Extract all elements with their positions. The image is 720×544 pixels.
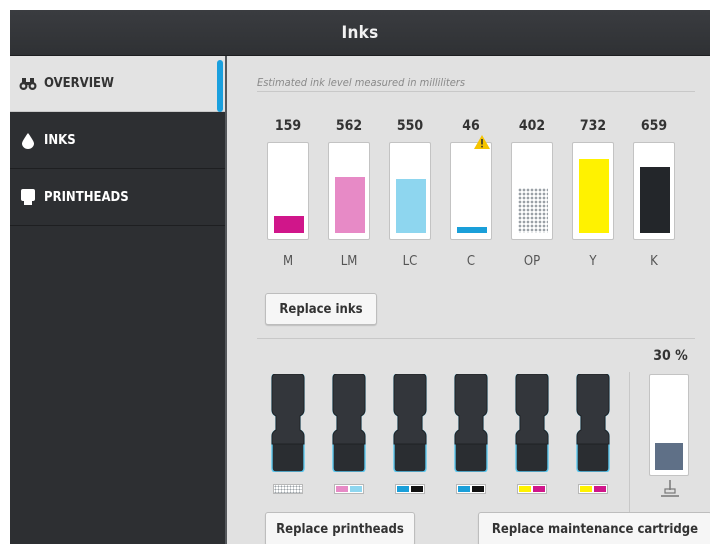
ink-color-label: Y (589, 254, 597, 269)
main-panel: Estimated ink level measured in millilit… (227, 56, 710, 544)
maintenance-cartridge-icon (660, 480, 680, 502)
ink-level-value: 659 (640, 118, 668, 134)
ink-color-label: K (650, 254, 658, 269)
page-title: Inks (341, 22, 379, 43)
ink-cartridge-lm (328, 142, 370, 240)
printhead-1[interactable] (269, 373, 307, 476)
sidebar-item-inks[interactable]: INKS (10, 113, 225, 169)
ink-color-label: LC (402, 254, 418, 269)
printhead-color-swatch (273, 484, 303, 494)
ink-caption: Estimated ink level measured in millilit… (257, 76, 466, 89)
printhead-6[interactable] (574, 373, 612, 476)
ink-cartridge-y (572, 142, 614, 240)
ink-level-value: 732 (579, 118, 607, 134)
sidebar-item-label: INKS (44, 133, 76, 148)
ink-fill (274, 216, 304, 233)
ink-color-label: LM (340, 254, 358, 269)
ink-cartridge-op (511, 142, 553, 240)
maintenance-percent: 30 % (653, 348, 688, 364)
replace-maintenance-cartridge-button[interactable]: Replace maintenance cartridge (478, 512, 710, 544)
printhead-color-swatch (517, 484, 547, 494)
printhead-4[interactable] (452, 373, 490, 476)
binoculars-icon (18, 75, 38, 93)
ink-level-value: 562 (335, 118, 363, 134)
ink-fill (457, 227, 487, 233)
printhead-3[interactable] (391, 373, 429, 476)
printhead-2[interactable] (330, 373, 368, 476)
sidebar: OVERVIEW INKS PRINTHEADS (10, 56, 225, 544)
ink-color-label: M (282, 254, 294, 269)
printhead-5[interactable] (513, 373, 551, 476)
ink-cartridge-c (450, 142, 492, 240)
sidebar-item-label: PRINTHEADS (44, 190, 129, 205)
ink-level-value: 159 (274, 118, 302, 134)
caption-divider (257, 91, 695, 92)
sidebar-item-printheads[interactable]: PRINTHEADS (10, 170, 225, 226)
ink-level-value: 550 (396, 118, 424, 134)
printhead-color-swatch (334, 484, 364, 494)
vertical-divider (629, 372, 630, 512)
maintenance-cartridge-level (649, 374, 689, 476)
ink-fill (518, 188, 548, 233)
ink-drop-icon (18, 132, 38, 150)
printhead-color-swatch (456, 484, 486, 494)
replace-inks-button[interactable]: Replace inks (265, 293, 377, 325)
maintenance-fill (655, 443, 683, 470)
ink-cartridge-lc (389, 142, 431, 240)
ink-cartridge-m (267, 142, 309, 240)
ink-color-label: OP (523, 254, 541, 269)
title-bar: Inks (10, 10, 710, 56)
replace-printheads-button[interactable]: Replace printheads (265, 512, 415, 544)
ink-fill (579, 159, 609, 233)
ink-fill (640, 167, 670, 233)
sidebar-item-overview[interactable]: OVERVIEW (10, 56, 225, 112)
scroll-indicator (217, 60, 223, 112)
sidebar-item-label: OVERVIEW (44, 76, 114, 91)
ink-color-label: C (466, 254, 476, 269)
printhead-color-swatch (395, 484, 425, 494)
ink-level-value: 46 (462, 118, 480, 134)
warning-icon (474, 134, 490, 153)
printhead-color-swatch (578, 484, 608, 494)
app-window: Inks OVERVIEW INKS PRINTHEADS Estimated … (10, 10, 710, 544)
ink-fill (335, 177, 365, 233)
section-divider (257, 338, 695, 339)
ink-level-value: 402 (518, 118, 546, 134)
ink-fill (396, 179, 426, 233)
printhead-icon (18, 189, 38, 207)
ink-cartridge-k (633, 142, 675, 240)
